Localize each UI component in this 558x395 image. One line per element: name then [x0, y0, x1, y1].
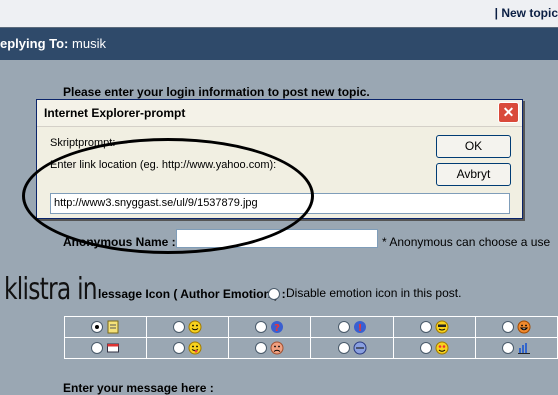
dialog-titlebar[interactable]: Internet Explorer-prompt ✕	[37, 100, 522, 127]
emoticon-radio[interactable]	[501, 342, 514, 355]
emoticon-radio[interactable]	[255, 321, 268, 334]
window-icon	[107, 343, 120, 353]
handwritten-note: klistra in	[4, 272, 98, 307]
cool-icon	[435, 320, 449, 334]
close-icon[interactable]: ✕	[498, 102, 519, 123]
grin-icon	[517, 320, 531, 334]
link-location-input[interactable]: http://www3.snyggast.se/ul/9/1537879.jpg	[50, 193, 510, 214]
page-icon	[107, 320, 119, 334]
emoticon-cell[interactable]	[228, 337, 312, 359]
emoticon-cell[interactable]	[146, 337, 230, 359]
question-icon: ?	[271, 321, 284, 334]
disable-emotion-label: Disable emotion icon in this post.	[286, 286, 462, 300]
emoticon-radio[interactable]	[255, 342, 268, 355]
top-bar: | New topic	[0, 0, 558, 28]
exclaim-icon: !	[353, 321, 366, 334]
emoticon-cell[interactable]	[474, 316, 558, 338]
prompt-dialog: Internet Explorer-prompt ✕ Skriptprompt:…	[36, 99, 523, 219]
emoticon-cell[interactable]	[474, 337, 558, 359]
emoticon-radio[interactable]	[337, 321, 350, 334]
emoticon-radio[interactable]	[91, 342, 104, 355]
emoticon-grid: ? !	[63, 316, 558, 359]
new-topic-link[interactable]: | New topic	[495, 6, 558, 20]
anonymous-name-label: Anonymous Name :	[63, 235, 176, 249]
prompt-description: Enter link location (eg. http://www.yaho…	[50, 159, 277, 171]
emoticon-cell[interactable]	[392, 316, 476, 338]
emoticon-radio[interactable]	[501, 321, 514, 334]
emoticon-cell[interactable]	[310, 337, 394, 359]
svg-text:?: ?	[274, 323, 280, 334]
sad-icon	[270, 341, 284, 355]
reply-topic: musik	[72, 36, 106, 51]
emoticon-cell[interactable]	[146, 316, 230, 338]
reply-colon: :	[64, 36, 69, 51]
emoticon-radio[interactable]	[173, 342, 186, 355]
anonymous-name-input[interactable]	[176, 229, 378, 248]
anonymous-note: * Anonymous can choose a use	[382, 235, 551, 249]
smile-icon	[188, 320, 202, 334]
cancel-button[interactable]: Avbryt	[436, 163, 511, 186]
ok-button[interactable]: OK	[436, 135, 511, 158]
chart-icon	[517, 343, 530, 355]
love-icon	[435, 341, 449, 355]
emoticon-cell[interactable]: !	[310, 316, 394, 338]
svg-text:!: !	[357, 323, 362, 334]
neutral-icon	[353, 341, 367, 355]
disable-emotion-option[interactable]: Disable emotion icon in this post.	[268, 286, 461, 300]
script-prompt-label: Skriptprompt:	[50, 137, 116, 149]
emoticon-radio[interactable]	[419, 321, 432, 334]
message-icon-label: lessage Icon ( Author Emotion ) :	[98, 287, 286, 301]
emoticon-cell[interactable]: ?	[228, 316, 312, 338]
emoticon-radio[interactable]	[91, 321, 104, 334]
emoticon-cell[interactable]	[63, 316, 148, 338]
reply-prefix: eplying To	[0, 36, 65, 51]
enter-message-label: Enter your message here :	[63, 381, 214, 395]
emoticon-radio[interactable]	[337, 342, 350, 355]
emoticon-cell[interactable]	[63, 337, 148, 359]
emoticon-radio[interactable]	[173, 321, 186, 334]
emoticon-cell[interactable]	[392, 337, 476, 359]
reply-title: eplying To: musik	[0, 36, 106, 51]
emoticon-radio[interactable]	[419, 342, 432, 355]
tongue-icon	[188, 341, 202, 355]
disable-emotion-radio[interactable]	[268, 287, 280, 300]
dialog-title: Internet Explorer-prompt	[44, 106, 186, 120]
reply-header: eplying To: musik	[0, 28, 558, 60]
login-message: Please enter your login information to p…	[63, 85, 370, 99]
